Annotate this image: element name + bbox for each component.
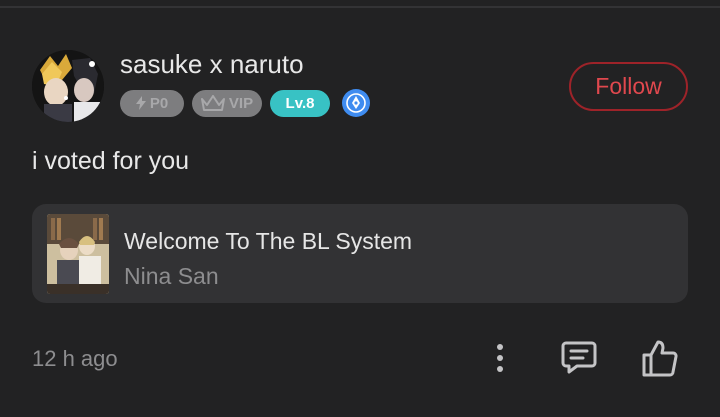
user-badges: P0 VIP Lv.8: [120, 89, 370, 117]
writer-badge: [342, 89, 370, 117]
crown-icon: [200, 95, 225, 111]
pen-nib-icon: [346, 93, 366, 113]
book-card[interactable]: Welcome To The BL System Nina San: [32, 204, 688, 303]
more-button[interactable]: [488, 338, 512, 378]
vip-badge: VIP: [192, 89, 262, 117]
vip-badge-label: VIP: [228, 94, 254, 112]
follow-button[interactable]: Follow: [569, 62, 688, 111]
power-badge-label: P0: [149, 94, 169, 112]
book-author: Nina San: [124, 263, 219, 289]
comment-icon: [561, 341, 597, 374]
more-vertical-icon: [497, 344, 503, 372]
book-cover: [47, 214, 109, 294]
username[interactable]: sasuke x naruto: [120, 49, 304, 80]
like-button[interactable]: [636, 334, 684, 382]
reply-button[interactable]: [556, 334, 602, 380]
book-title: Welcome To The BL System: [124, 228, 413, 254]
timestamp: 12 h ago: [32, 346, 118, 371]
power-badge: P0: [120, 89, 184, 117]
level-badge: Lv.8: [270, 89, 330, 117]
avatar[interactable]: [32, 50, 104, 122]
lightning-icon: [135, 96, 146, 110]
comment-text: i voted for you: [32, 147, 190, 175]
thumbs-up-icon: [642, 340, 678, 377]
top-divider: [0, 6, 720, 8]
